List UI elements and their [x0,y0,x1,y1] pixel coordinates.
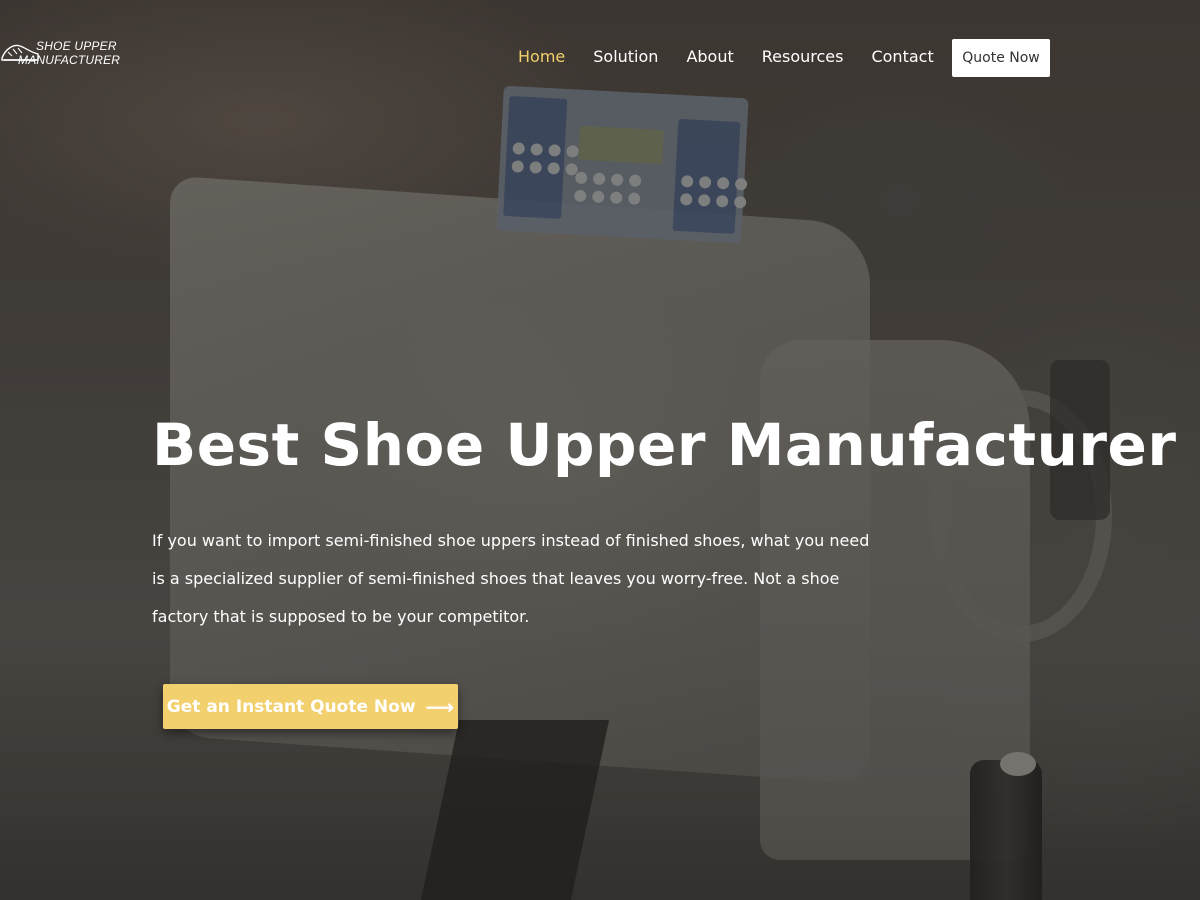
site-header: SHOE UPPER MANUFACTURER Home Solution Ab… [0,0,1200,110]
nav-about[interactable]: About [686,47,733,67]
quote-now-button[interactable]: Quote Now [952,39,1050,77]
hero-section: SHOE UPPER MANUFACTURER Home Solution Ab… [0,0,1200,900]
arrow-right-icon: ⟶ [425,694,455,719]
nav-contact[interactable]: Contact [871,47,933,67]
instant-quote-label: Get an Instant Quote Now [166,696,416,717]
logo-text: SHOE UPPER MANUFACTURER [18,38,120,67]
logo-line-2: MANUFACTURER [18,52,121,67]
hero-description: If you want to import semi-finished shoe… [152,531,870,626]
main-nav: Home Solution About Resources Contact [518,47,962,67]
hero-title: Best Shoe Upper Manufacturer [152,411,1177,479]
nav-home[interactable]: Home [518,47,565,67]
instant-quote-button[interactable]: Get an Instant Quote Now ⟶ [163,684,458,729]
site-logo[interactable]: SHOE UPPER MANUFACTURER [0,38,120,68]
nav-solution[interactable]: Solution [593,47,658,67]
nav-resources[interactable]: Resources [762,47,844,67]
logo-line-1: SHOE UPPER [36,38,117,53]
